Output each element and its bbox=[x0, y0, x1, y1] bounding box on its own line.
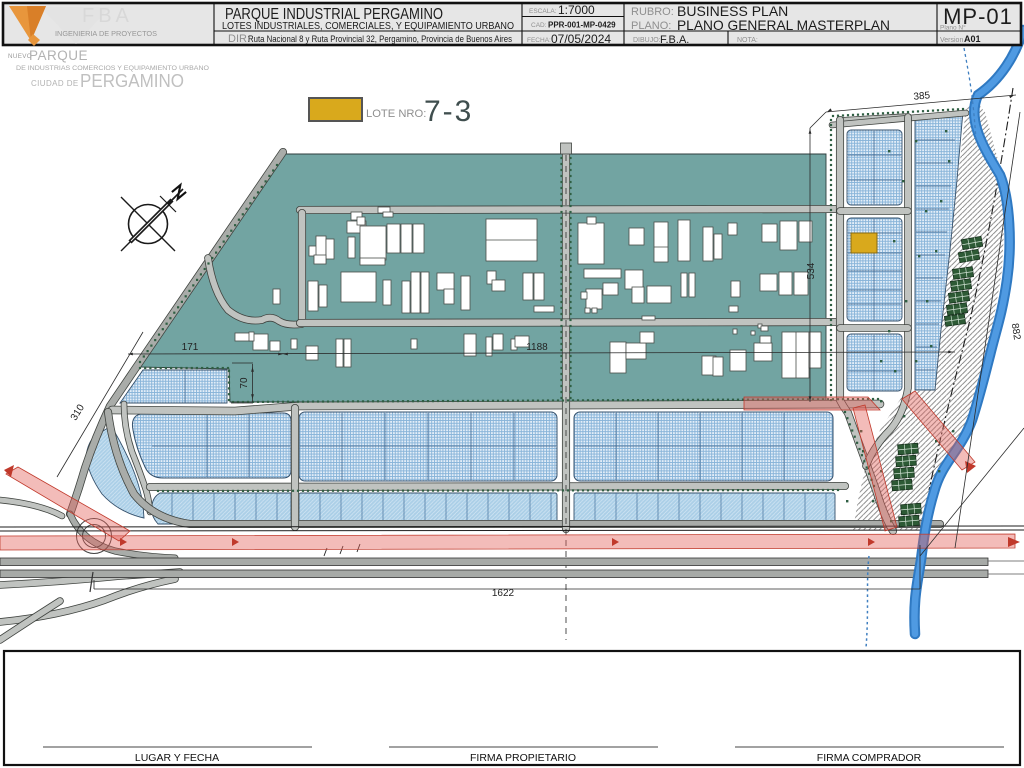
svg-text:LOTES INDUSTRIALES, COMERCIALE: LOTES INDUSTRIALES, COMERCIALES, Y EQUIP… bbox=[222, 20, 514, 32]
svg-text:534: 534 bbox=[806, 262, 817, 279]
svg-text:171: 171 bbox=[182, 342, 199, 353]
svg-text:PLANO:: PLANO: bbox=[631, 20, 671, 32]
svg-text:7-3: 7-3 bbox=[424, 95, 473, 128]
svg-text:INGENIERIA DE PROYECTOS: INGENIERIA DE PROYECTOS bbox=[55, 29, 157, 38]
svg-text:PPR-001-MP-0429: PPR-001-MP-0429 bbox=[548, 21, 616, 30]
svg-text:Version: Version bbox=[940, 37, 963, 44]
svg-text:F.B.A.: F.B.A. bbox=[660, 34, 689, 46]
svg-text:FECHA:: FECHA: bbox=[527, 37, 551, 44]
svg-text:PARQUE: PARQUE bbox=[29, 48, 88, 63]
svg-text:ESCALA:: ESCALA: bbox=[529, 8, 557, 15]
svg-text:LUGAR Y FECHA: LUGAR Y FECHA bbox=[135, 752, 219, 764]
svg-text:LOTE NRO:: LOTE NRO: bbox=[366, 108, 426, 120]
svg-text:CIUDAD DE: CIUDAD DE bbox=[31, 79, 79, 88]
svg-text:FBA: FBA bbox=[82, 5, 133, 27]
svg-text:DIR:: DIR: bbox=[228, 33, 250, 45]
svg-text:RUBRO:: RUBRO: bbox=[631, 6, 674, 18]
svg-text:FIRMA COMPRADOR: FIRMA COMPRADOR bbox=[817, 752, 922, 764]
svg-text:A01: A01 bbox=[964, 34, 981, 44]
svg-text:DIBUJO:: DIBUJO: bbox=[633, 37, 661, 44]
svg-text:CAD:: CAD: bbox=[531, 22, 547, 29]
svg-text:NOTA:: NOTA: bbox=[737, 37, 758, 44]
svg-text:PERGAMINO: PERGAMINO bbox=[80, 71, 184, 91]
svg-text:07/05/2024: 07/05/2024 bbox=[551, 32, 611, 46]
svg-text:310: 310 bbox=[69, 402, 87, 422]
svg-text:70: 70 bbox=[239, 377, 250, 389]
svg-text:FIRMA PROPIETARIO: FIRMA PROPIETARIO bbox=[470, 752, 576, 764]
svg-text:882: 882 bbox=[1009, 323, 1023, 342]
svg-text:1:7000: 1:7000 bbox=[558, 3, 595, 17]
svg-text:Ruta Nacional 8 y Ruta Provinc: Ruta Nacional 8 y Ruta Provincial 32, Pe… bbox=[248, 34, 512, 45]
svg-text:Plano N°: Plano N° bbox=[940, 24, 966, 32]
svg-text:1188: 1188 bbox=[526, 342, 548, 353]
svg-text:PLANO GENERAL MASTERPLAN: PLANO GENERAL MASTERPLAN bbox=[677, 17, 890, 33]
svg-text:1622: 1622 bbox=[492, 588, 515, 599]
svg-text:385: 385 bbox=[913, 90, 931, 102]
